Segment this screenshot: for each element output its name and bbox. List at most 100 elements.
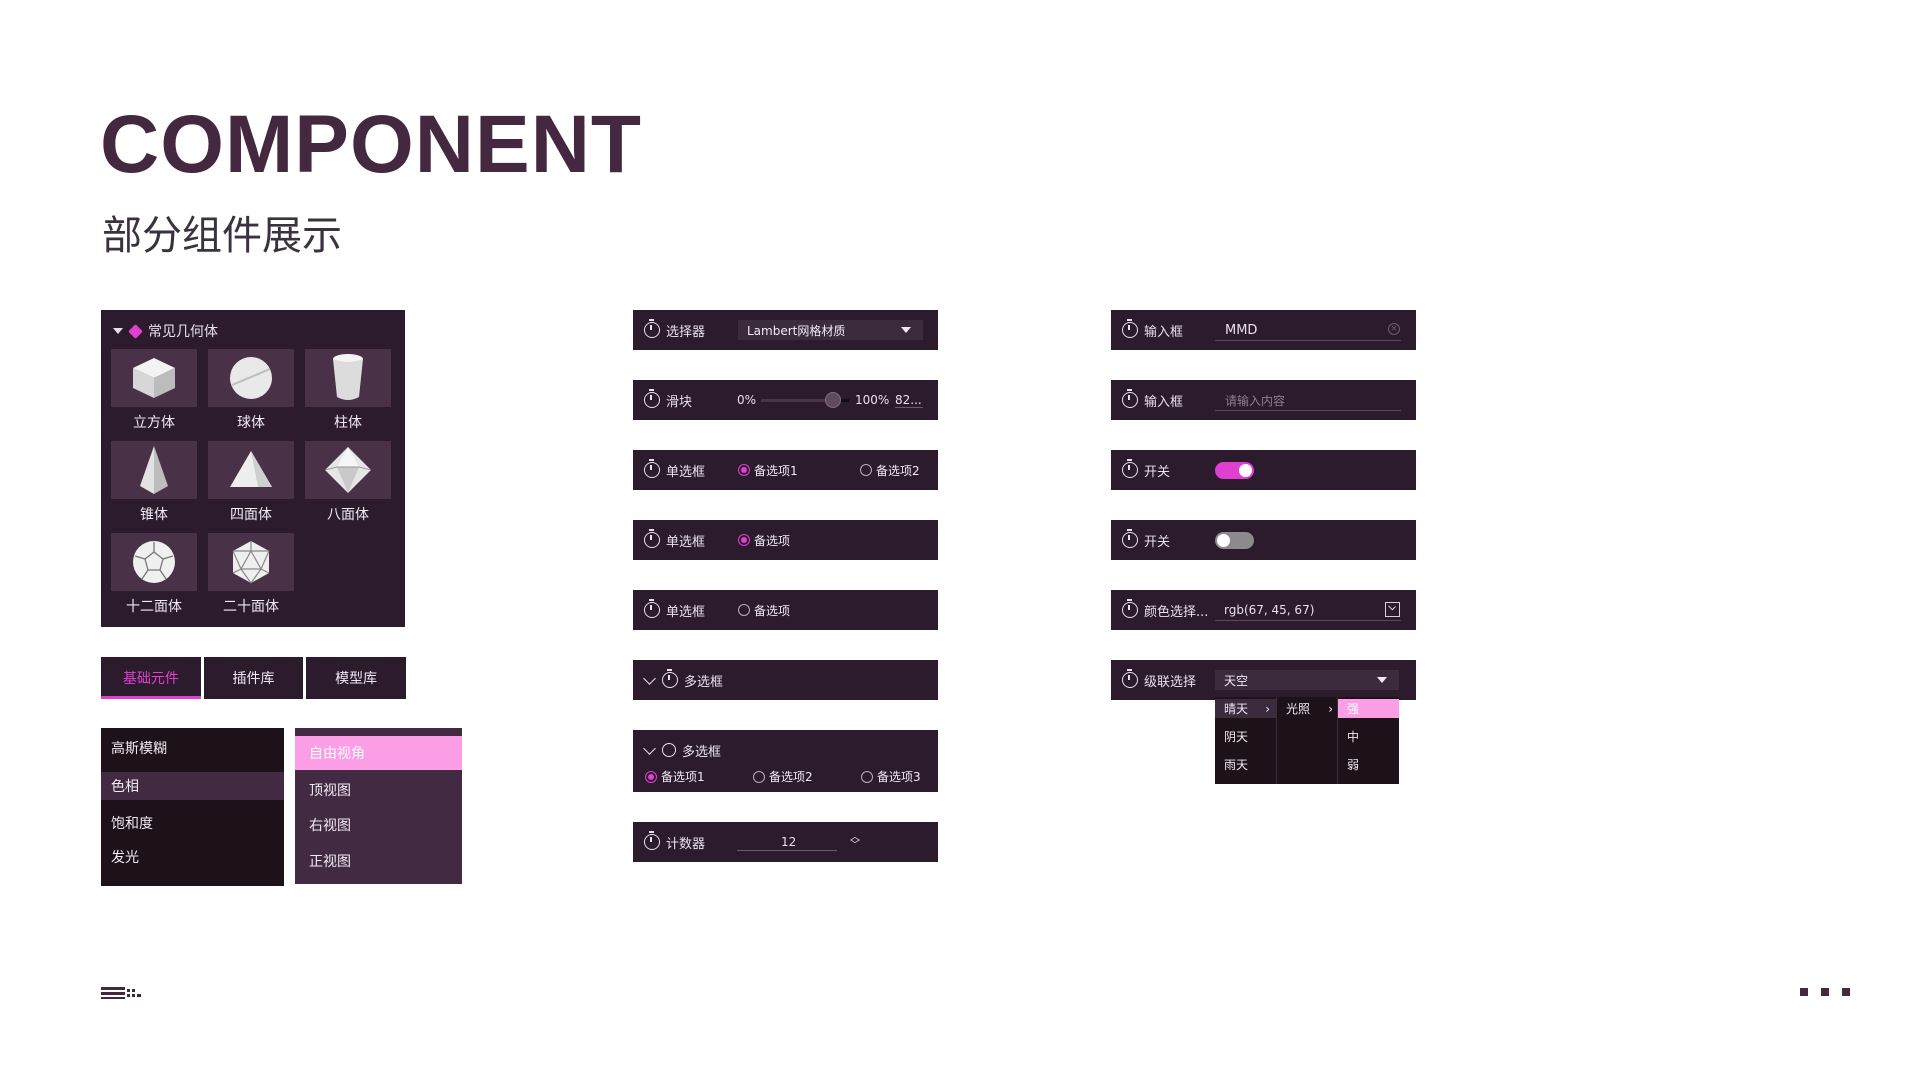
counter-stepper-icon[interactable]: ︿ ﹀ — [850, 833, 860, 851]
color-value[interactable]: rgb(67, 45, 67) — [1224, 603, 1314, 617]
slider-handle[interactable] — [825, 392, 842, 408]
counter-row: 计数器 12 ︿ ﹀ — [633, 822, 938, 862]
radio-option-label: 备选项1 — [754, 463, 798, 478]
option-marker — [645, 770, 657, 783]
cascader-option[interactable]: 雨天 — [1215, 755, 1276, 774]
radio-button — [738, 464, 750, 476]
menu-item-saturation[interactable]: 饱和度 — [101, 809, 284, 837]
counter-label: 计数器 — [666, 836, 706, 852]
counter-value[interactable]: 12 — [781, 835, 796, 849]
checkbox-option-2[interactable]: 备选项2 — [753, 768, 813, 785]
slider-track[interactable] — [761, 392, 849, 408]
tab-basic-components[interactable]: 基础元件 — [101, 657, 201, 699]
menu-item-glow[interactable]: 发光 — [101, 843, 284, 871]
timer-icon — [644, 459, 660, 478]
radio-label: 单选框 — [666, 604, 706, 620]
cascader-select[interactable]: 天空 — [1215, 670, 1399, 690]
timer-icon — [1122, 669, 1138, 688]
input-underline — [1215, 410, 1401, 411]
geometry-item-cylinder[interactable]: 柱体 — [305, 349, 391, 432]
cascader-value: 天空 — [1224, 673, 1249, 688]
timer-icon — [662, 743, 676, 757]
radio-option[interactable]: 备选项 — [738, 532, 790, 549]
more-dots-icon — [1800, 988, 1850, 996]
cylinder-icon — [333, 354, 363, 400]
geometry-item-dodecahedron[interactable]: 十二面体 — [111, 533, 197, 616]
checkbox-option-3[interactable]: 备选项3 — [861, 768, 921, 785]
switch-row-off: 开关 — [1111, 520, 1416, 560]
toggle-switch-on[interactable] — [1215, 462, 1254, 479]
radio-row-single-off: 单选框 备选项 — [633, 590, 938, 630]
tab-plugin-library[interactable]: 插件库 — [203, 657, 304, 699]
cascader-option[interactable]: 阴天 — [1215, 727, 1276, 746]
dodecahedron-icon — [133, 541, 175, 583]
input-row-filled: 输入框 MMD × — [1111, 310, 1416, 350]
geometry-item-label: 二十面体 — [223, 599, 279, 615]
menu-item-hue[interactable]: 色相 — [101, 772, 284, 800]
geometry-item-icosahedron[interactable]: 二十面体 — [208, 533, 294, 616]
checkbox-option-label: 备选项2 — [769, 770, 813, 784]
geometry-item-tetrahedron[interactable]: 四面体 — [208, 441, 294, 524]
timer-icon — [644, 389, 660, 408]
timer-icon — [1122, 459, 1138, 478]
menu-item-right-view[interactable]: 右视图 — [295, 808, 462, 842]
chevron-down-icon — [643, 741, 656, 755]
geometry-item-octahedron[interactable]: 八面体 — [305, 441, 391, 524]
text-input-placeholder[interactable]: 请输入内容 — [1225, 392, 1285, 409]
footer-logo-icon — [101, 987, 141, 999]
material-select[interactable]: Lambert网格材质 — [738, 320, 923, 340]
geometry-item-label: 八面体 — [327, 507, 369, 523]
checkbox-row-collapsed[interactable]: 多选框 — [633, 660, 938, 700]
radio-row-two: 单选框 备选项1 备选项2 — [633, 450, 938, 490]
timer-icon — [1122, 389, 1138, 408]
timer-icon — [644, 599, 660, 618]
input-row-empty: 输入框 请输入内容 — [1111, 380, 1416, 420]
slider-fill — [761, 399, 834, 402]
text-input[interactable]: MMD — [1225, 323, 1257, 338]
timer-icon — [644, 529, 660, 548]
checkbox-option-1[interactable]: 备选项1 — [645, 768, 705, 785]
cascader-option[interactable]: 强 — [1338, 699, 1399, 718]
color-confirm-icon[interactable] — [1385, 602, 1400, 617]
clear-icon[interactable]: × — [1388, 323, 1400, 335]
switch-label: 开关 — [1144, 534, 1171, 550]
geometry-panel: 常见几何体 立方体 球体 柱体 锥体 四面体 八面体 十二面体 二十面体 — [101, 310, 405, 627]
menu-item-free-view[interactable]: 自由视角 — [295, 736, 462, 770]
cascader-option[interactable]: 中 — [1338, 727, 1399, 746]
dropdown-arrow-icon — [901, 327, 911, 333]
radio-option-label: 备选项2 — [876, 463, 920, 478]
cascader-option[interactable]: 弱 — [1338, 755, 1399, 774]
radio-row-single-on: 单选框 备选项 — [633, 520, 938, 560]
cascader-option[interactable]: 晴天 › — [1215, 699, 1276, 718]
radio-button — [860, 464, 872, 476]
geometry-item-cone[interactable]: 锥体 — [111, 441, 197, 524]
geometry-item-cube[interactable]: 立方体 — [111, 349, 197, 432]
geometry-panel-header[interactable]: 常见几何体 — [113, 321, 218, 341]
menu-item-top-view[interactable]: 顶视图 — [295, 773, 462, 807]
cone-icon — [140, 446, 168, 494]
icosahedron-icon — [232, 541, 270, 584]
menu-item-front-view[interactable]: 正视图 — [295, 844, 462, 878]
slider-value-input[interactable]: 82... — [895, 393, 923, 408]
checkbox-option-label: 备选项3 — [877, 770, 921, 784]
slider-label: 滑块 — [666, 394, 693, 410]
tab-model-library[interactable]: 模型库 — [306, 657, 407, 699]
slider-max-label: 100% — [855, 393, 890, 407]
checkbox-group-header[interactable]: 多选框 — [633, 730, 721, 770]
collapse-triangle-icon — [113, 328, 123, 334]
menu-item-gaussian-blur[interactable]: 高斯模糊 — [101, 734, 284, 762]
input-label: 输入框 — [1144, 394, 1184, 410]
timer-icon — [644, 831, 660, 850]
switch-knob — [1217, 534, 1230, 547]
cascader-option[interactable]: 光照 › — [1277, 699, 1337, 718]
radio-option[interactable]: 备选项 — [738, 602, 790, 619]
radio-button — [738, 534, 750, 546]
radio-option-1[interactable]: 备选项1 — [738, 462, 798, 479]
cascader-label: 级联选择 — [1144, 674, 1197, 690]
geometry-item-label: 锥体 — [140, 507, 168, 523]
geometry-item-sphere[interactable]: 球体 — [208, 349, 294, 432]
radio-option-2[interactable]: 备选项2 — [860, 462, 920, 479]
selector-row: 选择器 Lambert网格材质 — [633, 310, 938, 350]
toggle-switch-off[interactable] — [1215, 532, 1254, 549]
timer-icon — [1122, 599, 1138, 618]
